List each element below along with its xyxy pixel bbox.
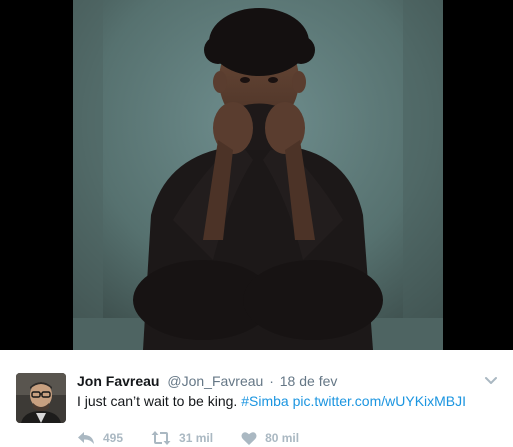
avatar[interactable] [16,373,66,423]
retweet-icon [151,431,171,445]
retweet-count: 31 mil [179,431,214,445]
separator-dot: · [269,373,274,389]
reply-button[interactable]: 495 [77,430,123,446]
tweet: Jon Favreau @Jon_Favreau · 18 de fev I j… [0,350,513,445]
media-viewer [0,0,513,350]
reply-count: 495 [103,431,124,445]
reply-icon [78,432,94,444]
hashtag-link[interactable]: #Simba [241,393,288,409]
tweet-text: I just can’t wait to be king. #Simba pic… [77,392,466,410]
like-button[interactable]: 80 mil [241,431,299,446]
portrait-illustration [73,0,443,350]
heart-icon [241,431,257,445]
tweet-header: Jon Favreau @Jon_Favreau · 18 de fev [77,372,337,390]
tweet-body-text: I just can’t wait to be king. [77,393,238,409]
tweet-timestamp[interactable]: 18 de fev [280,373,338,389]
avatar-portrait [16,373,66,423]
more-options-button[interactable] [483,372,499,388]
media-link[interactable]: pic.twitter.com/wUYKixMBJI [293,393,466,409]
chevron-down-icon [485,377,497,384]
author-fullname[interactable]: Jon Favreau [77,373,159,389]
author-handle[interactable]: @Jon_Favreau [167,373,263,389]
tweet-photo[interactable] [73,0,443,350]
retweet-button[interactable]: 31 mil [151,430,213,446]
like-count: 80 mil [265,431,300,445]
tweet-actions: 495 31 mil 80 mil [77,429,327,447]
